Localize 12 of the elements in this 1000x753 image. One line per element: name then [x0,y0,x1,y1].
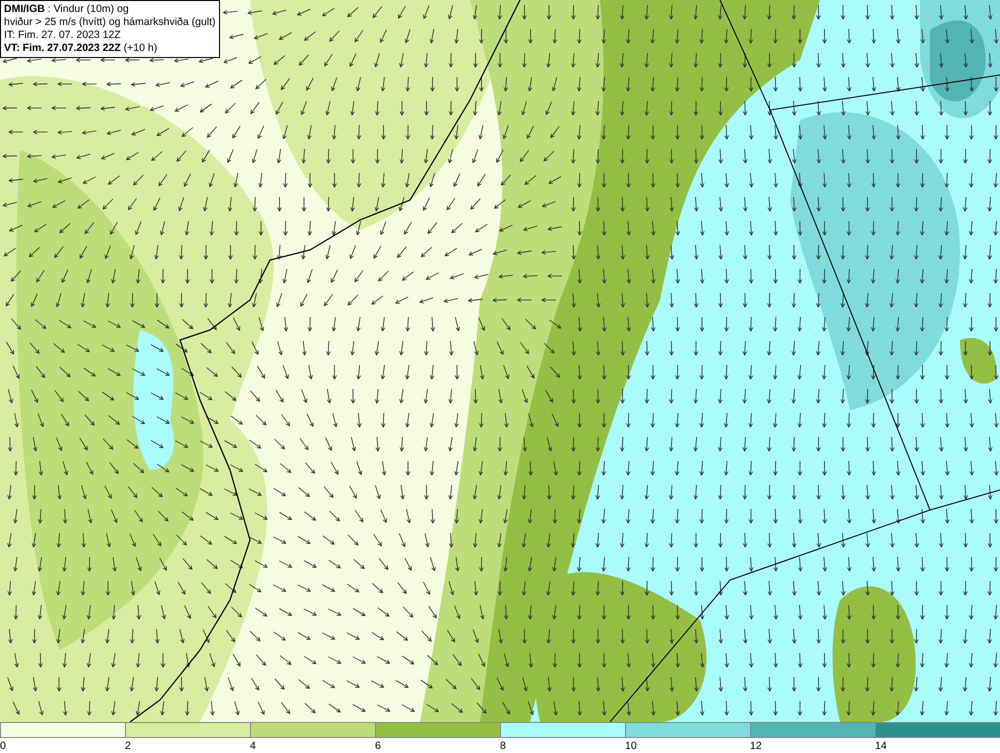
legend-tick-label: 10 [625,739,637,753]
legend-tick-label: 4 [250,739,256,753]
legend-tick-label: 2 [125,739,131,753]
info-line: hviður > 25 m/s (hvítt) og hámarkshviða (gult) [4,16,216,29]
info-line: IT: Fim. 27. 07. 2023 12Z [4,29,122,42]
info-line: VT: Fim. 27.07.2023 22Z (+10 h) [4,42,158,55]
info-line: DMI/IGB : Vindur (10m) og [4,3,130,16]
legend-tick-label: 14 [875,739,887,753]
legend-tick-label: 8 [500,739,506,753]
legend-tick-label: 6 [375,739,381,753]
legend-tick-label: 12 [750,739,762,753]
legend-tick-label: 0 [0,739,6,753]
